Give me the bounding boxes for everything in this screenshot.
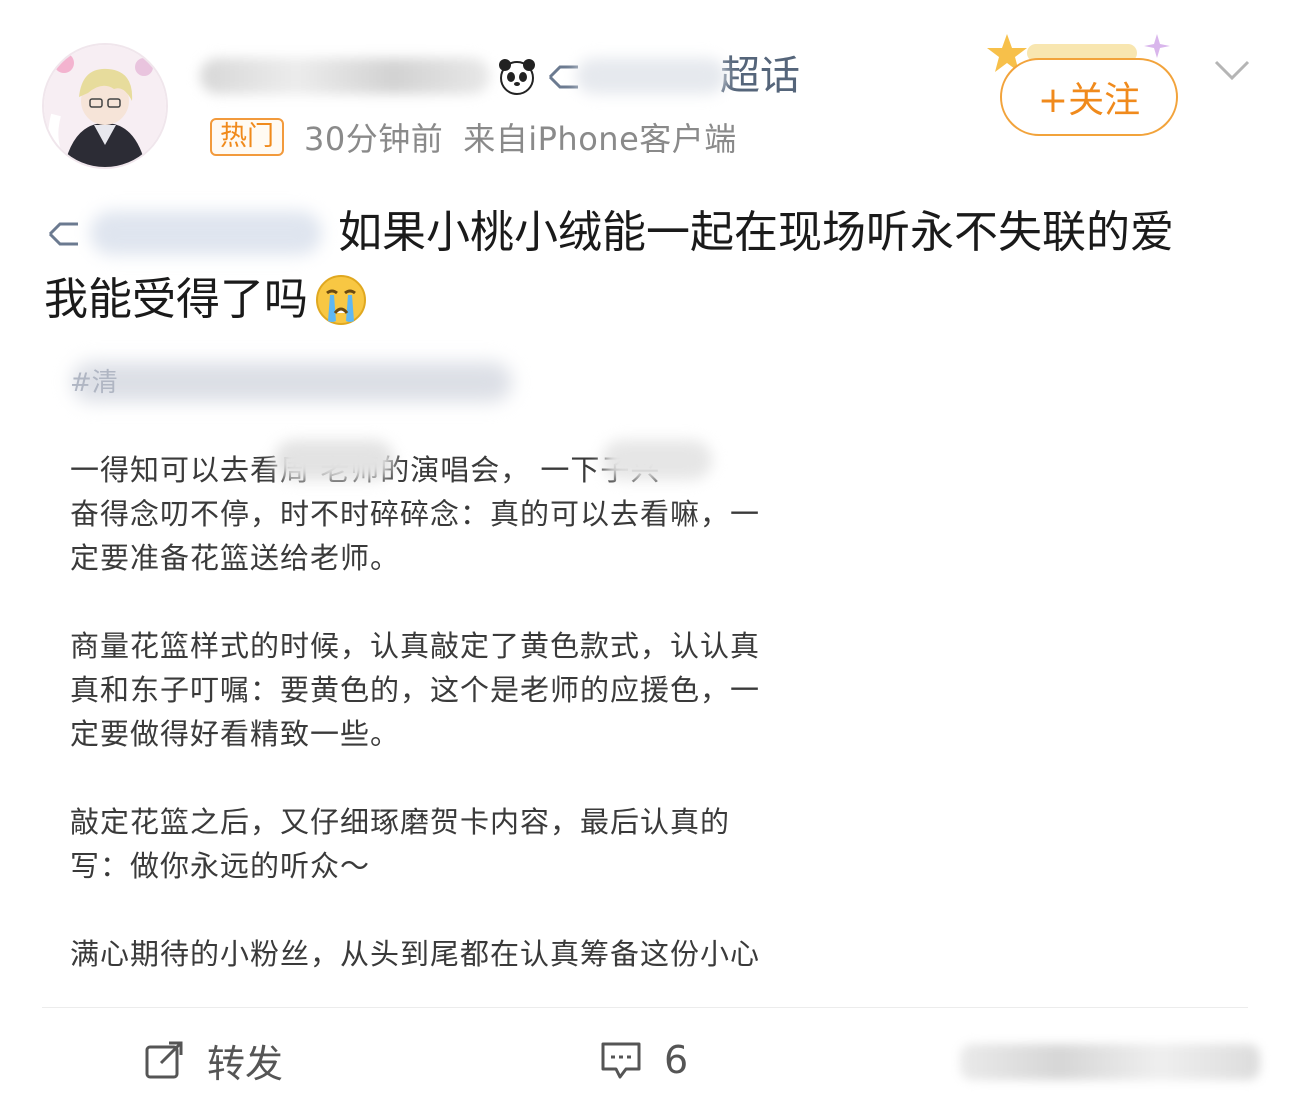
post-text-line-2: 我能受得了吗 <box>44 272 368 328</box>
post-source: 来自iPhone客户端 <box>463 120 737 158</box>
post-text-1: 如果小桃小绒能一起在现场听永不失联的爱 <box>338 207 1174 258</box>
image-redaction <box>602 440 712 480</box>
topic-name-redacted[interactable] <box>576 58 726 94</box>
comment-count: 6 <box>664 1038 689 1082</box>
divider <box>42 1007 1248 1008</box>
image-text-line: 奋得念叨不停，时不时碎碎念：真的可以去看嘛，一 <box>70 497 761 531</box>
post-text-2: 我能受得了吗 <box>44 274 308 325</box>
hot-badge: 热门 <box>210 118 284 156</box>
meta-row: 热门 30分钟前 来自iPhone客户端 <box>210 114 737 160</box>
follow-button[interactable]: +关注 <box>1000 58 1178 136</box>
image-text-line: 定要做得好看精致一些。 <box>70 717 401 751</box>
image-text-line: 定要准备花篮送给老师。 <box>70 541 401 575</box>
post-text-line-1: 如果小桃小绒能一起在现场听永不失联的爱 <box>44 205 1174 261</box>
like-button-redacted[interactable] <box>960 1044 1260 1080</box>
image-header-redacted <box>72 362 512 402</box>
repost-button[interactable]: 转发 <box>143 1030 283 1090</box>
post-image[interactable]: #清 一得知可以去看周 老师的演唱会， 一下子兴 奋得念叨不停，时不时碎碎念：真… <box>42 340 812 980</box>
repost-icon <box>145 1041 183 1079</box>
image-text-line: 满心期待的小粉丝，从头到尾都在认真筹备这份小心 <box>70 937 761 971</box>
username-redacted[interactable] <box>200 58 490 94</box>
topic-link-icon <box>48 222 78 246</box>
repost-label: 转发 <box>207 1041 284 1086</box>
username-row[interactable]: 超话 <box>200 48 800 104</box>
chevron-down-icon[interactable] <box>1212 58 1252 84</box>
avatar[interactable] <box>42 43 168 169</box>
image-text-line: 写：做你永远的听众～ <box>70 849 371 883</box>
image-text-line: 敲定花篮之后，又仔细琢磨贺卡内容，最后认真的 <box>70 805 731 839</box>
comment-button[interactable]: 6 <box>600 1030 688 1090</box>
crying-emoji-icon <box>316 275 366 325</box>
topic-link-redacted[interactable] <box>90 211 322 255</box>
comment-icon <box>601 1042 641 1079</box>
panda-icon <box>499 59 535 95</box>
super-topic-label[interactable]: 超话 <box>720 48 800 104</box>
image-hashtag-fragment: #清 <box>70 368 118 398</box>
image-text-line: 真和东子叮嘱：要黄色的，这个是老师的应援色，一 <box>70 673 761 707</box>
time-ago: 30分钟前 <box>304 120 444 158</box>
image-redaction <box>274 440 394 480</box>
image-text-line: 商量花篮样式的时候，认真敲定了黄色款式，认认真 <box>70 629 761 663</box>
